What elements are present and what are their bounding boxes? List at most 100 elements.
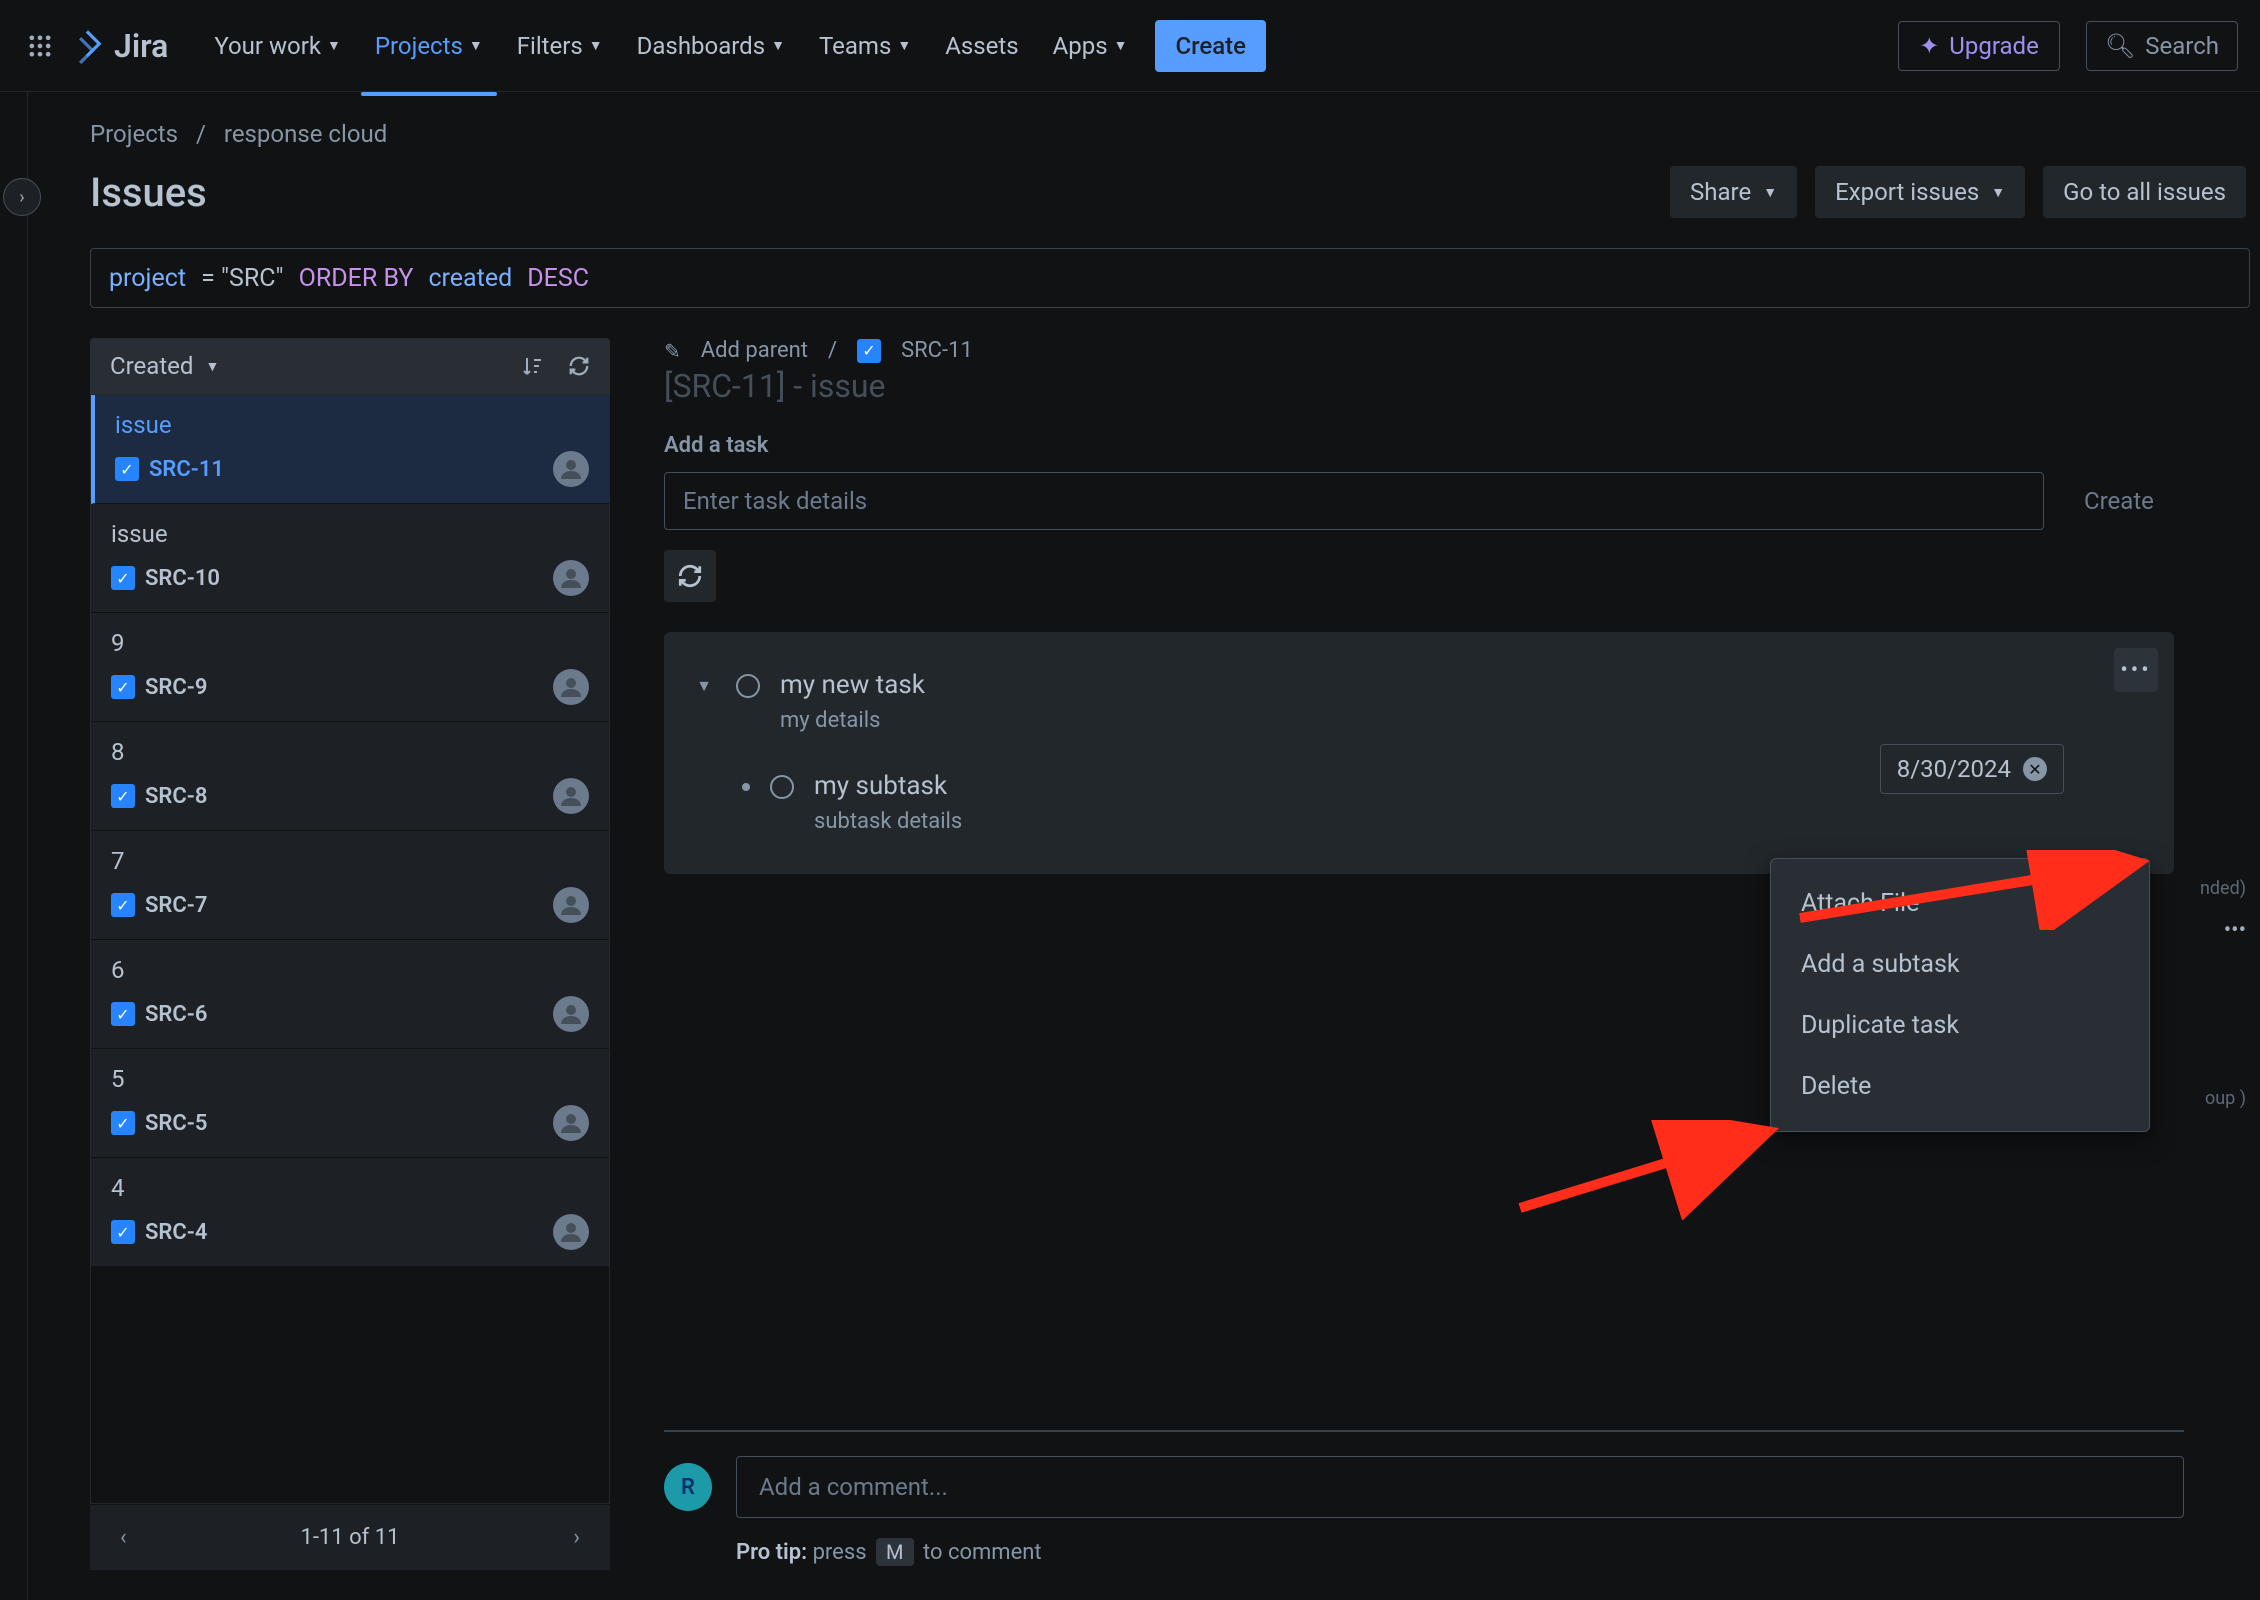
sort-direction-icon[interactable] [520, 354, 544, 378]
search-placeholder: Search [2145, 32, 2219, 60]
issue-row[interactable]: 4✓SRC-4 [91, 1158, 609, 1267]
nav-dashboards[interactable]: Dashboards▼ [623, 22, 799, 70]
sparkle-icon: ✦ [1919, 32, 1939, 60]
breadcrumb-separator: / [828, 338, 837, 363]
next-page-button[interactable]: › [563, 1519, 590, 1556]
task-type-icon: ✓ [111, 566, 135, 590]
comment-input[interactable] [736, 1456, 2184, 1518]
assignee-avatar[interactable] [553, 451, 589, 487]
assignee-avatar[interactable] [553, 778, 589, 814]
issue-key: SRC-4 [145, 1220, 207, 1245]
nav-teams[interactable]: Teams▼ [805, 22, 925, 70]
assignee-avatar[interactable] [553, 1105, 589, 1141]
edit-icon[interactable]: ✎ [664, 339, 681, 363]
collapse-icon[interactable]: ▼ [692, 676, 716, 696]
issue-row[interactable]: 8✓SRC-8 [91, 722, 609, 831]
export-button[interactable]: Export issues▼ [1815, 166, 2025, 218]
comment-row: R [664, 1456, 2184, 1518]
task-type-icon: ✓ [857, 339, 881, 363]
assignee-avatar[interactable] [553, 996, 589, 1032]
detail-issue-key[interactable]: SRC-11 [901, 338, 973, 363]
context-menu-item[interactable]: Delete [1771, 1056, 2149, 1117]
expand-sidebar-button[interactable]: › [3, 178, 41, 216]
task-context-menu: Attach FileAdd a subtaskDuplicate taskDe… [1770, 858, 2150, 1132]
issue-row[interactable]: issue✓SRC-10 [91, 504, 609, 613]
goto-all-issues-button[interactable]: Go to all issues [2043, 166, 2246, 218]
issue-list-panel: Created ▼ issue✓SRC-11issue✓SRC-109✓SRC-… [90, 338, 610, 1570]
breadcrumb-project-name[interactable]: response cloud [224, 120, 387, 148]
assignee-avatar[interactable] [553, 887, 589, 923]
issue-list-header: Created ▼ [90, 338, 610, 394]
jql-dir: DESC [527, 264, 589, 293]
add-parent-link[interactable]: Add parent [701, 338, 808, 363]
issue-row[interactable]: 5✓SRC-5 [91, 1049, 609, 1158]
app-switcher-icon[interactable] [22, 28, 58, 64]
issue-list[interactable]: issue✓SRC-11issue✓SRC-109✓SRC-98✓SRC-87✓… [90, 394, 610, 1504]
jql-field: project [109, 264, 186, 293]
clear-date-icon[interactable]: ✕ [2023, 757, 2047, 781]
sort-dropdown[interactable]: Created ▼ [110, 352, 219, 380]
jql-query-box[interactable]: project = "SRC" ORDER BY created DESC [90, 248, 2250, 308]
side-fragment-a: nded) [2200, 878, 2246, 899]
task-date-picker[interactable]: 8/30/2024 ✕ [1880, 744, 2064, 794]
issue-key: SRC-8 [145, 784, 207, 809]
nav-assets[interactable]: Assets [931, 22, 1032, 70]
upgrade-button[interactable]: ✦ Upgrade [1898, 21, 2060, 71]
subtask-details: subtask details [814, 809, 2146, 834]
assignee-avatar[interactable] [553, 560, 589, 596]
issue-summary: 6 [111, 956, 589, 984]
side-fragment-dots[interactable]: ••• [2224, 918, 2246, 943]
issue-row[interactable]: 7✓SRC-7 [91, 831, 609, 940]
create-button[interactable]: Create [1155, 20, 1266, 72]
chevron-down-icon: ▼ [1763, 184, 1777, 201]
add-task-input[interactable] [664, 472, 2044, 530]
assignee-avatar[interactable] [553, 669, 589, 705]
breadcrumb: Projects / response cloud [90, 120, 2250, 148]
context-menu-item[interactable]: Add a subtask [1771, 934, 2149, 995]
refresh-icon[interactable] [568, 354, 590, 378]
share-button[interactable]: Share▼ [1670, 166, 1797, 218]
nav-projects[interactable]: Projects▼ [361, 22, 497, 70]
divider [664, 1430, 2184, 1432]
context-menu-item[interactable]: Duplicate task [1771, 995, 2149, 1056]
nav-apps[interactable]: Apps▼ [1039, 22, 1142, 70]
task-status-circle[interactable] [736, 674, 760, 698]
jql-col: created [428, 264, 512, 293]
prev-page-button[interactable]: ‹ [110, 1519, 137, 1556]
refresh-tasks-button[interactable] [664, 550, 716, 602]
issue-row[interactable]: issue✓SRC-11 [91, 395, 609, 504]
search-input[interactable]: 🔍︎ Search [2086, 21, 2238, 71]
issue-key: SRC-5 [145, 1111, 207, 1136]
side-fragment-b: oup ) [2205, 1088, 2246, 1109]
task-row[interactable]: ▼ my new task my details [692, 652, 2146, 751]
context-menu-item[interactable]: Attach File [1771, 873, 2149, 934]
user-avatar[interactable]: R [664, 1463, 712, 1511]
issue-row[interactable]: 9✓SRC-9 [91, 613, 609, 722]
pro-tip: Pro tip: press M to comment [664, 1538, 2184, 1566]
create-task-button[interactable]: Create [2062, 472, 2176, 530]
upgrade-label: Upgrade [1949, 32, 2039, 60]
subtask-status-circle[interactable] [770, 775, 794, 799]
jira-logo[interactable]: Jira [70, 27, 168, 65]
nav-your-work[interactable]: Your work▼ [200, 22, 355, 70]
issue-row[interactable]: 6✓SRC-6 [91, 940, 609, 1049]
issue-key: SRC-11 [149, 457, 224, 482]
page-title: Issues [90, 169, 207, 216]
issue-key: SRC-10 [145, 566, 220, 591]
issue-key: SRC-6 [145, 1002, 207, 1027]
left-rail: › [0, 92, 28, 1600]
chevron-down-icon: ▼ [589, 37, 603, 54]
detail-breadcrumb: ✎ Add parent / ✓ SRC-11 [650, 338, 2250, 363]
issue-summary: 8 [111, 738, 589, 766]
issue-detail-pane: ✎ Add parent / ✓ SRC-11 [SRC-11] - issue… [650, 338, 2250, 1570]
jira-logo-icon [70, 28, 106, 64]
breadcrumb-projects[interactable]: Projects [90, 120, 178, 148]
assignee-avatar[interactable] [553, 1214, 589, 1250]
nav-filters[interactable]: Filters▼ [503, 22, 617, 70]
jql-value: "SRC" [221, 264, 284, 293]
task-type-icon: ✓ [111, 675, 135, 699]
task-more-button[interactable]: ••• [2114, 648, 2158, 692]
issue-summary: 5 [111, 1065, 589, 1093]
detail-title-ghost: [SRC-11] - issue [650, 367, 2250, 405]
issue-list-footer: ‹ 1-11 of 11 › [90, 1504, 610, 1570]
